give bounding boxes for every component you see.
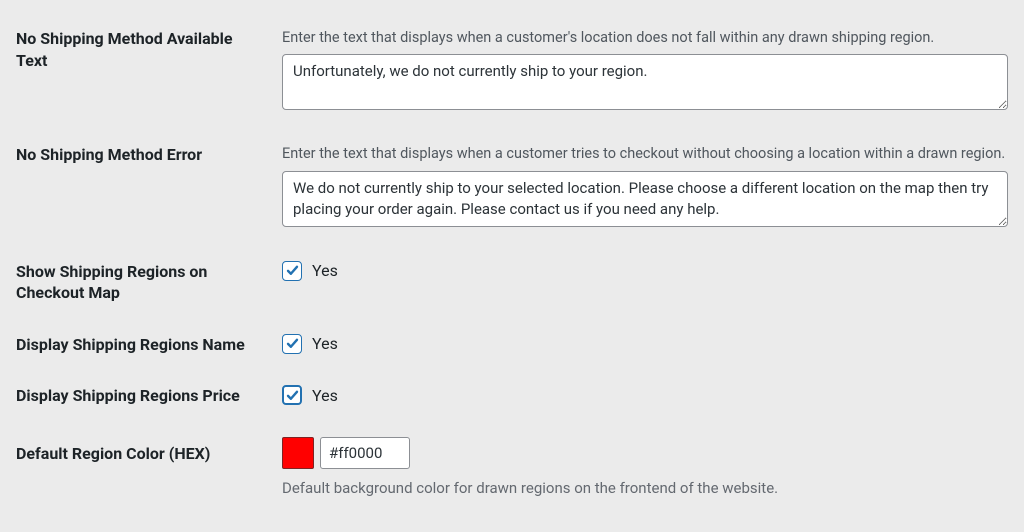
no-shipping-text-label: No Shipping Method Available Text — [16, 29, 233, 70]
no-shipping-text-help: Enter the text that displays when a cust… — [282, 28, 1008, 48]
row-display-region-price: Display Shipping Regions Price Yes — [16, 385, 1008, 407]
label-col: No Shipping Method Available Text — [16, 28, 282, 71]
display-region-price-option-text: Yes — [312, 386, 338, 405]
no-shipping-error-textarea[interactable] — [282, 171, 1008, 227]
field-col: Default background color for drawn regio… — [282, 437, 1008, 497]
display-region-price-label: Display Shipping Regions Price — [16, 386, 240, 405]
show-regions-map-label: Show Shipping Regions on Checkout Map — [16, 262, 207, 303]
no-shipping-text-textarea[interactable] — [282, 54, 1008, 110]
display-region-name-label: Display Shipping Regions Name — [16, 335, 245, 354]
label-col: Show Shipping Regions on Checkout Map — [16, 261, 282, 304]
display-region-name-option[interactable]: Yes — [282, 334, 1008, 354]
field-col: Yes — [282, 334, 1008, 354]
display-region-price-option[interactable]: Yes — [282, 385, 1008, 405]
row-show-regions-map: Show Shipping Regions on Checkout Map Ye… — [16, 261, 1008, 304]
display-region-name-option-text: Yes — [312, 334, 338, 353]
show-regions-map-option[interactable]: Yes — [282, 261, 1008, 281]
checkbox-show-regions-map[interactable] — [282, 261, 302, 281]
label-col: Display Shipping Regions Name — [16, 334, 282, 356]
color-hex-input[interactable] — [320, 437, 410, 469]
checkbox-display-region-name[interactable] — [282, 334, 302, 354]
no-shipping-error-label: No Shipping Method Error — [16, 145, 202, 164]
row-no-shipping-error: No Shipping Method Error Enter the text … — [16, 144, 1008, 230]
color-picker-row — [282, 437, 1008, 469]
row-no-shipping-text: No Shipping Method Available Text Enter … — [16, 28, 1008, 114]
label-col: Default Region Color (HEX) — [16, 437, 282, 465]
checkbox-display-region-price[interactable] — [282, 385, 302, 405]
color-swatch[interactable] — [282, 437, 314, 469]
label-col: Display Shipping Regions Price — [16, 385, 282, 407]
show-regions-map-option-text: Yes — [312, 261, 338, 280]
field-col: Yes — [282, 261, 1008, 281]
row-default-color: Default Region Color (HEX) Default backg… — [16, 437, 1008, 497]
field-col: Yes — [282, 385, 1008, 405]
field-col: Enter the text that displays when a cust… — [282, 144, 1008, 230]
label-col: No Shipping Method Error — [16, 144, 282, 166]
default-color-help: Default background color for drawn regio… — [282, 479, 1008, 497]
row-display-region-name: Display Shipping Regions Name Yes — [16, 334, 1008, 356]
default-color-label: Default Region Color (HEX) — [16, 444, 210, 463]
field-col: Enter the text that displays when a cust… — [282, 28, 1008, 114]
no-shipping-error-help: Enter the text that displays when a cust… — [282, 144, 1008, 164]
